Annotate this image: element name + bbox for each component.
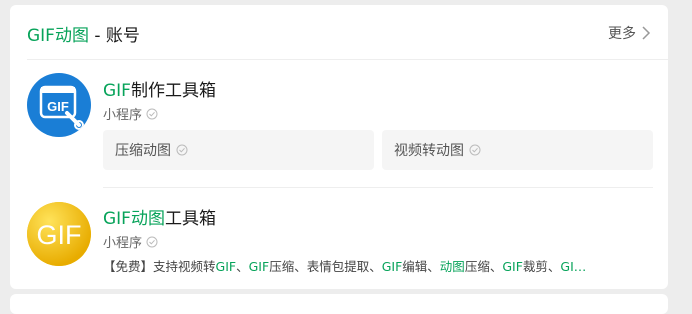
account-name[interactable]: GIF动图工具箱 bbox=[103, 204, 216, 229]
service-button-compress[interactable]: 压缩动图 bbox=[103, 130, 374, 170]
description-fragment: GIF bbox=[381, 259, 403, 274]
account-type-label: 小程序 bbox=[103, 236, 143, 251]
description-fragment: GIF bbox=[502, 259, 523, 274]
name-rest: 工具箱 bbox=[164, 209, 216, 229]
description-fragment: GIF bbox=[248, 259, 270, 274]
card-header: GIF动图 - 账号 更多 bbox=[10, 5, 668, 59]
account-type-label: 小程序 bbox=[103, 108, 143, 123]
account-type: 小程序 bbox=[103, 104, 158, 123]
verified-check-icon bbox=[146, 236, 158, 247]
avatar[interactable]: GIF bbox=[27, 73, 91, 137]
description-fragment: GIF bbox=[215, 259, 237, 274]
verified-check-icon bbox=[176, 144, 188, 156]
more-label: 更多 bbox=[608, 26, 636, 42]
account-description: 【免费】支持视频转GIF、GIF压缩、表情包提取、GIF编辑、动图压缩、GIF裁… bbox=[103, 256, 651, 275]
description-fragment: 压缩、表情包提取、 bbox=[269, 259, 382, 274]
service-button-video-to-gif[interactable]: 视频转动图 bbox=[382, 130, 653, 170]
description-fragment: 动图 bbox=[439, 259, 465, 274]
description-fragment: 、 bbox=[236, 259, 249, 274]
gif-logo-icon: GIF bbox=[27, 202, 91, 266]
more-link[interactable]: 更多 bbox=[608, 23, 652, 43]
chevron-right-icon bbox=[642, 26, 651, 40]
name-highlight: GIF bbox=[103, 81, 131, 101]
service-label: 压缩动图 bbox=[115, 143, 171, 159]
avatar[interactable]: GIF bbox=[27, 202, 91, 266]
verified-check-icon bbox=[146, 108, 158, 119]
avatar-text: GIF bbox=[37, 220, 82, 250]
title-highlight: GIF动图 bbox=[27, 26, 89, 46]
description-fragment: 压缩、 bbox=[464, 259, 503, 274]
service-label: 视频转动图 bbox=[394, 143, 464, 159]
account-name[interactable]: GIF制作工具箱 bbox=[103, 76, 216, 101]
divider bbox=[103, 187, 653, 188]
gif-tool-logo-icon: GIF bbox=[39, 85, 84, 130]
next-card bbox=[10, 294, 668, 314]
account-type: 小程序 bbox=[103, 232, 158, 251]
name-highlight: GIF动图 bbox=[103, 209, 165, 229]
title-rest: - 账号 bbox=[88, 26, 140, 46]
description-fragment: 编辑、 bbox=[402, 259, 440, 274]
verified-check-icon bbox=[469, 144, 481, 156]
card-title: GIF动图 - 账号 bbox=[27, 21, 140, 46]
description-fragment: 裁剪、 bbox=[522, 259, 561, 274]
divider bbox=[27, 59, 668, 60]
description-fragment: GI… bbox=[560, 259, 587, 274]
name-rest: 制作工具箱 bbox=[130, 81, 216, 101]
description-fragment: 【免费】支持视频转 bbox=[103, 259, 216, 274]
search-result-card: GIF动图 - 账号 更多 GIF GIF制作工具箱 小程序 压缩动图 视频转动… bbox=[10, 5, 668, 289]
